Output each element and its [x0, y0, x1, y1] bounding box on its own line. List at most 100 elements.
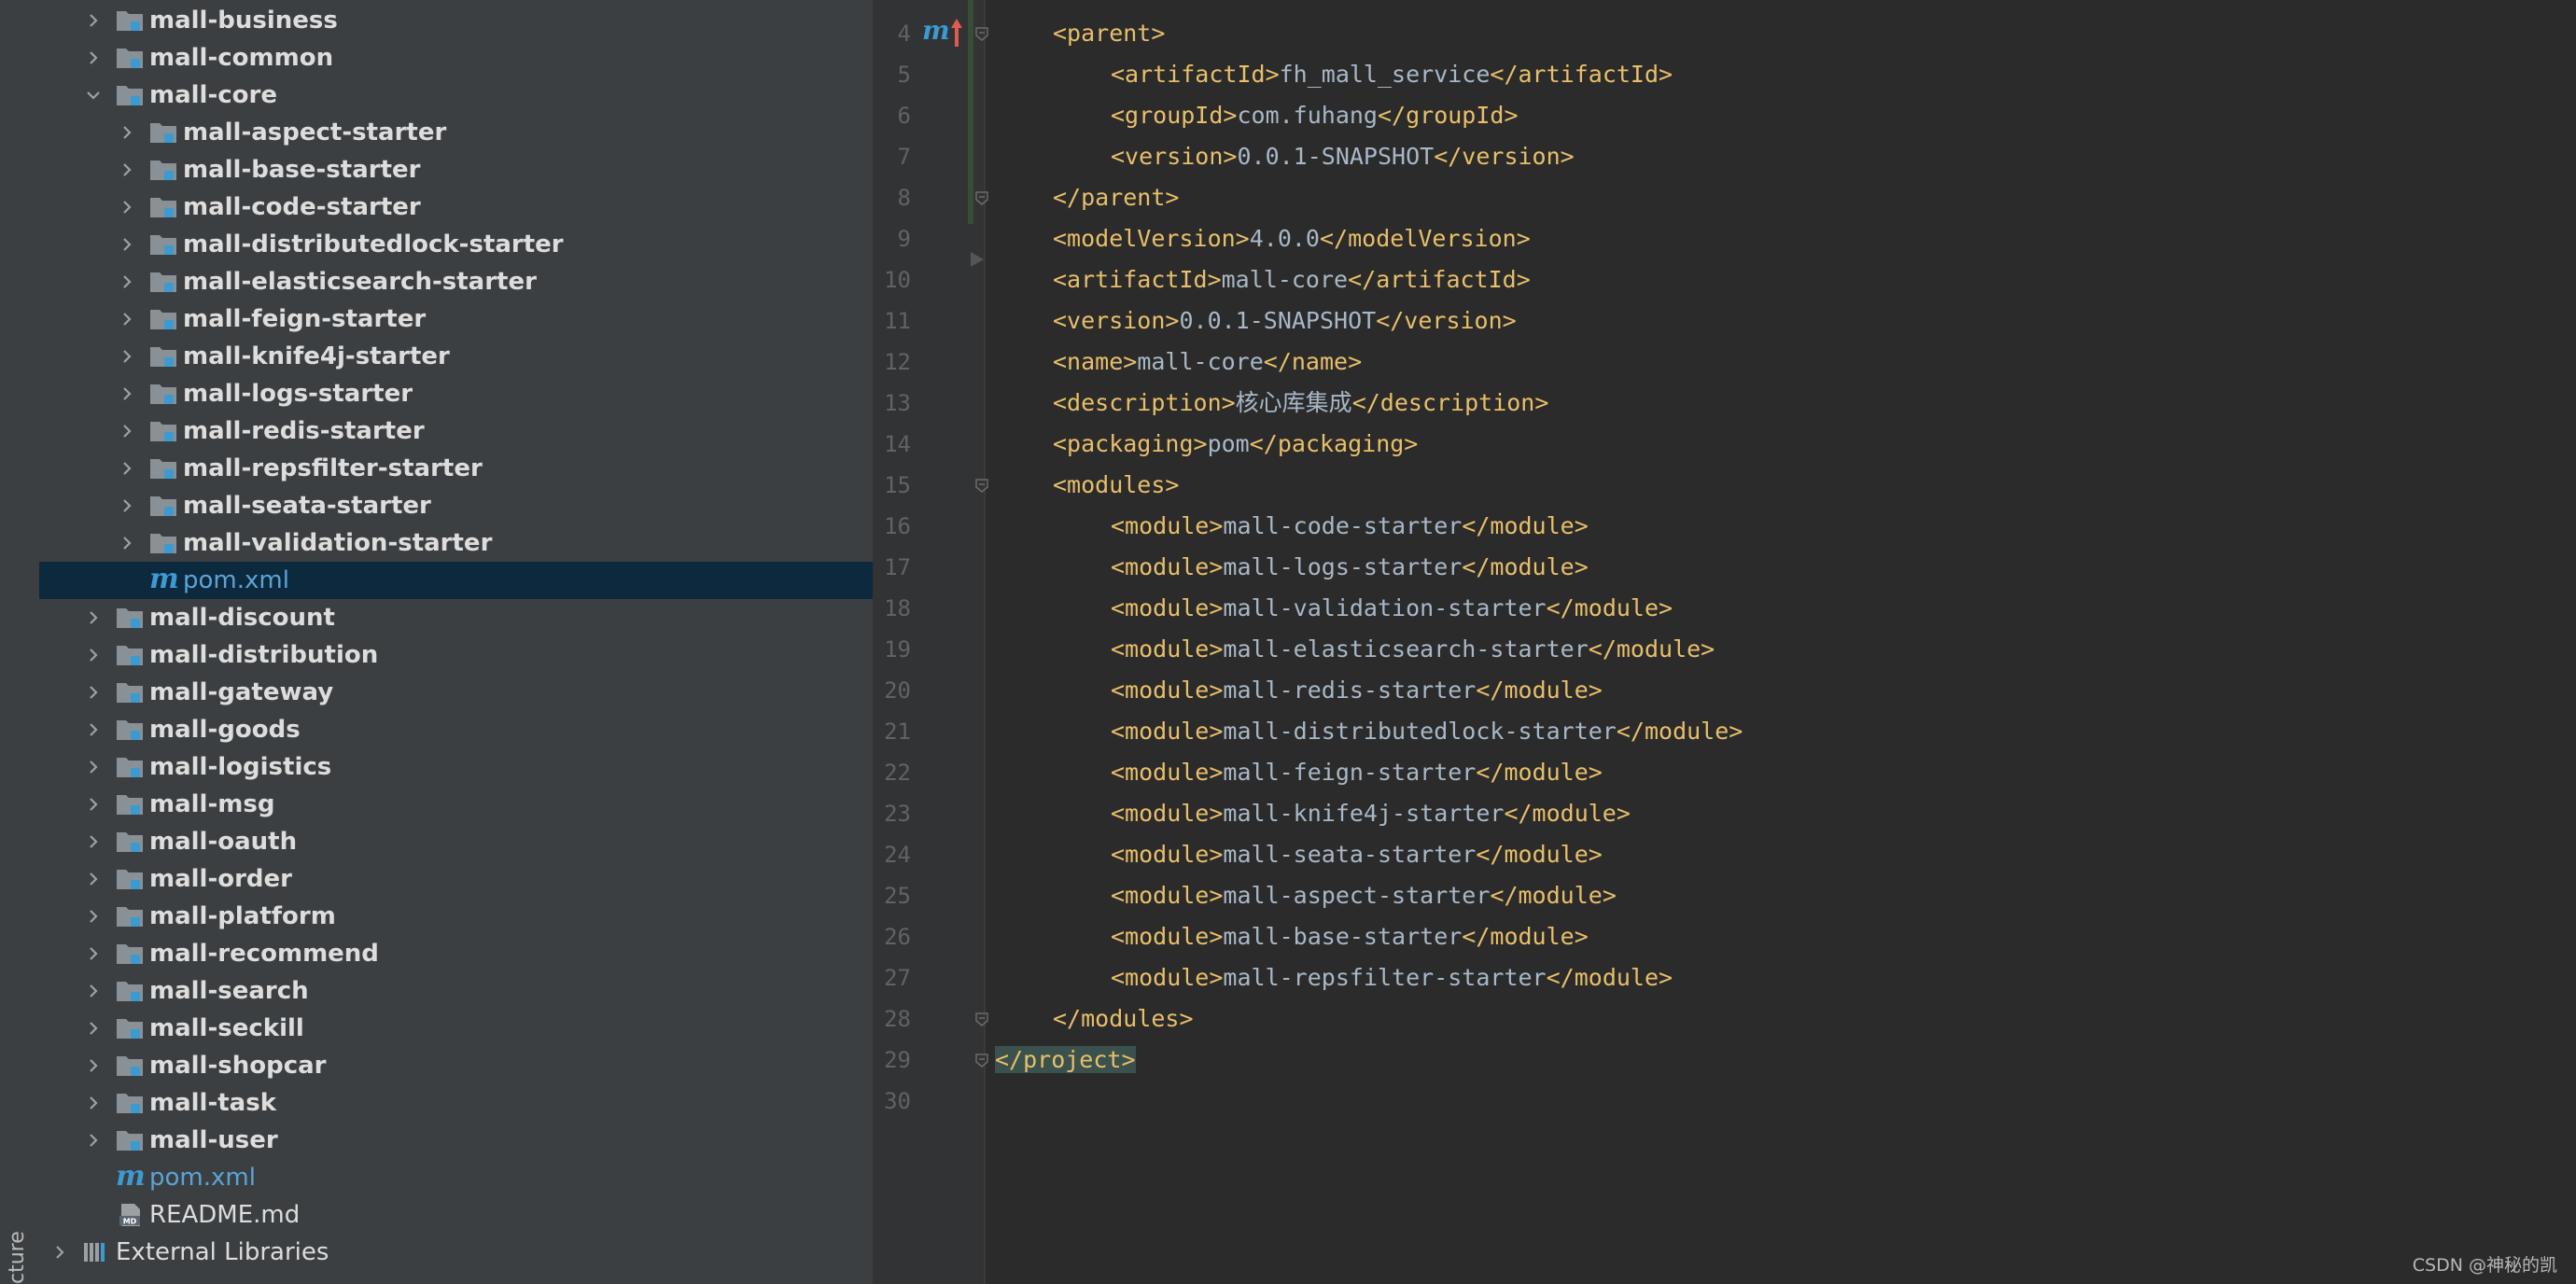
tree-item[interactable]: m pom.xml	[39, 562, 873, 599]
code-line[interactable]: 12 <name>mall-core</name>	[874, 342, 2576, 383]
chevron-right-icon[interactable]	[84, 870, 103, 888]
chevron-right-icon[interactable]	[84, 907, 103, 926]
fold-marker-icon[interactable]	[974, 478, 989, 493]
code-line[interactable]: 29 </project>	[874, 1040, 2576, 1081]
chevron-right-icon[interactable]	[84, 11, 103, 30]
tree-item[interactable]: mall-order	[39, 860, 873, 898]
code-line[interactable]: 11 <version>0.0.1-SNAPSHOT</version>	[874, 300, 2576, 342]
tree-item[interactable]: mall-distributedlock-starter	[39, 226, 873, 263]
tree-item[interactable]: mall-logistics	[39, 748, 873, 786]
code-line[interactable]: 9 <modelVersion>4.0.0</modelVersion>	[874, 218, 2576, 259]
code-line[interactable]: 28 </modules>	[874, 998, 2576, 1040]
tree-item[interactable]: mall-platform	[39, 898, 873, 935]
code-editor[interactable]: m 4 <parent> 5 <artifactId>fh_mall_service<…	[874, 0, 2576, 1284]
chevron-right-icon[interactable]	[118, 198, 136, 216]
chevron-right-icon[interactable]	[118, 496, 136, 515]
tree-item[interactable]: mall-logs-starter	[39, 375, 873, 412]
code-line[interactable]: 6 <groupId>com.fuhang</groupId>	[874, 95, 2576, 136]
chevron-right-icon[interactable]	[84, 758, 103, 776]
chevron-right-icon[interactable]	[84, 795, 103, 814]
tree-item[interactable]: mall-goods	[39, 711, 873, 748]
tree-item[interactable]: mall-repsfilter-starter	[39, 450, 873, 487]
code-line[interactable]: 19 <module>mall-elasticsearch-starter</mo…	[874, 629, 2576, 670]
chevron-right-icon[interactable]	[118, 123, 136, 142]
tree-item[interactable]: External Libraries	[39, 1234, 873, 1271]
tree-item[interactable]: mall-business	[39, 2, 873, 39]
code-line[interactable]: 5 <artifactId>fh_mall_service</artifactId…	[874, 54, 2576, 95]
fold-marker-icon[interactable]	[974, 190, 989, 205]
code-line[interactable]: 26 <module>mall-base-starter</module>	[874, 916, 2576, 957]
tree-item[interactable]: mall-core	[39, 77, 873, 114]
chevron-right-icon[interactable]	[118, 235, 136, 254]
tree-item[interactable]: mall-seckill	[39, 1010, 873, 1047]
tree-item[interactable]: mall-base-starter	[39, 151, 873, 188]
chevron-right-icon[interactable]	[118, 422, 136, 440]
chevron-right-icon[interactable]	[84, 683, 103, 702]
chevron-right-icon[interactable]	[84, 1019, 103, 1038]
code-line[interactable]: 16 <module>mall-code-starter</module>	[874, 506, 2576, 547]
chevron-right-icon[interactable]	[118, 272, 136, 291]
chevron-right-icon[interactable]	[84, 1131, 103, 1150]
tree-item[interactable]: m pom.xml	[39, 1159, 873, 1196]
code-line[interactable]: 27 <module>mall-repsfilter-starter</modul…	[874, 957, 2576, 998]
tree-item[interactable]: mall-gateway	[39, 674, 873, 711]
code-line[interactable]: 13 <description>核心库集成</description>	[874, 383, 2576, 424]
tree-item[interactable]: mall-validation-starter	[39, 524, 873, 562]
tree-item[interactable]: mall-task	[39, 1084, 873, 1122]
tree-item[interactable]: mall-code-starter	[39, 188, 873, 226]
chevron-right-icon[interactable]	[84, 1094, 103, 1112]
chevron-right-icon[interactable]	[84, 646, 103, 664]
chevron-right-icon[interactable]	[84, 49, 103, 67]
code-line[interactable]: 21 <module>mall-distributedlock-starter</…	[874, 711, 2576, 752]
tree-item[interactable]: mall-search	[39, 972, 873, 1010]
tree-item-label: mall-validation-starter	[183, 529, 493, 557]
chevron-right-icon[interactable]	[84, 944, 103, 963]
fold-marker-icon[interactable]	[974, 1053, 989, 1068]
chevron-right-icon[interactable]	[118, 160, 136, 179]
tree-item[interactable]: mall-seata-starter	[39, 487, 873, 524]
tree-item[interactable]: MD README.md	[39, 1196, 873, 1234]
fold-marker-icon[interactable]	[974, 1012, 989, 1026]
chevron-right-icon[interactable]	[84, 608, 103, 627]
code-line[interactable]: 30	[874, 1081, 2576, 1122]
fold-marker-icon[interactable]	[974, 26, 989, 41]
tree-item[interactable]: mall-common	[39, 39, 873, 77]
chevron-right-icon[interactable]	[84, 1056, 103, 1075]
code-line[interactable]: 4 <parent>	[874, 13, 2576, 54]
chevron-right-icon[interactable]	[118, 459, 136, 478]
chevron-right-icon[interactable]	[84, 720, 103, 739]
chevron-right-icon[interactable]	[84, 832, 103, 851]
tree-item[interactable]: mall-elasticsearch-starter	[39, 263, 873, 300]
code-line[interactable]: 15 <modules>	[874, 465, 2576, 506]
code-line[interactable]: 10 <artifactId>mall-core</artifactId>	[874, 259, 2576, 300]
tree-item[interactable]: mall-distribution	[39, 636, 873, 674]
tree-item[interactable]: mall-msg	[39, 786, 873, 823]
chevron-right-icon[interactable]	[118, 310, 136, 328]
tree-item[interactable]: mall-redis-starter	[39, 412, 873, 450]
xml-tag: </module>	[1476, 759, 1603, 786]
tree-item[interactable]: mall-knife4j-starter	[39, 338, 873, 375]
code-line[interactable]: 20 <module>mall-redis-starter</module>	[874, 670, 2576, 711]
chevron-right-icon[interactable]	[118, 384, 136, 403]
code-line[interactable]: 24 <module>mall-seata-starter</module>	[874, 834, 2576, 875]
tree-item[interactable]: mall-shopcar	[39, 1047, 873, 1084]
code-line[interactable]: 25 <module>mall-aspect-starter</module>	[874, 875, 2576, 916]
tree-item[interactable]: mall-user	[39, 1122, 873, 1159]
code-line[interactable]: 17 <module>mall-logs-starter</module>	[874, 547, 2576, 588]
chevron-down-icon[interactable]	[84, 86, 103, 105]
chevron-right-icon[interactable]	[118, 534, 136, 552]
tree-item[interactable]: mall-discount	[39, 599, 873, 636]
tree-item[interactable]: mall-recommend	[39, 935, 873, 972]
chevron-right-icon[interactable]	[84, 982, 103, 1000]
tree-item[interactable]: mall-aspect-starter	[39, 114, 873, 151]
code-line[interactable]: 22 <module>mall-feign-starter</module>	[874, 752, 2576, 793]
tree-item[interactable]: mall-oauth	[39, 823, 873, 860]
code-line[interactable]: 18 <module>mall-validation-starter</modul…	[874, 588, 2576, 629]
chevron-right-icon[interactable]	[50, 1243, 69, 1262]
code-line[interactable]: 7 <version>0.0.1-SNAPSHOT</version>	[874, 136, 2576, 177]
code-line[interactable]: 14 <packaging>pom</packaging>	[874, 424, 2576, 465]
tree-item[interactable]: mall-feign-starter	[39, 300, 873, 338]
chevron-right-icon[interactable]	[118, 347, 136, 366]
code-line[interactable]: 8 </parent>	[874, 177, 2576, 218]
code-line[interactable]: 23 <module>mall-knife4j-starter</module>	[874, 793, 2576, 834]
